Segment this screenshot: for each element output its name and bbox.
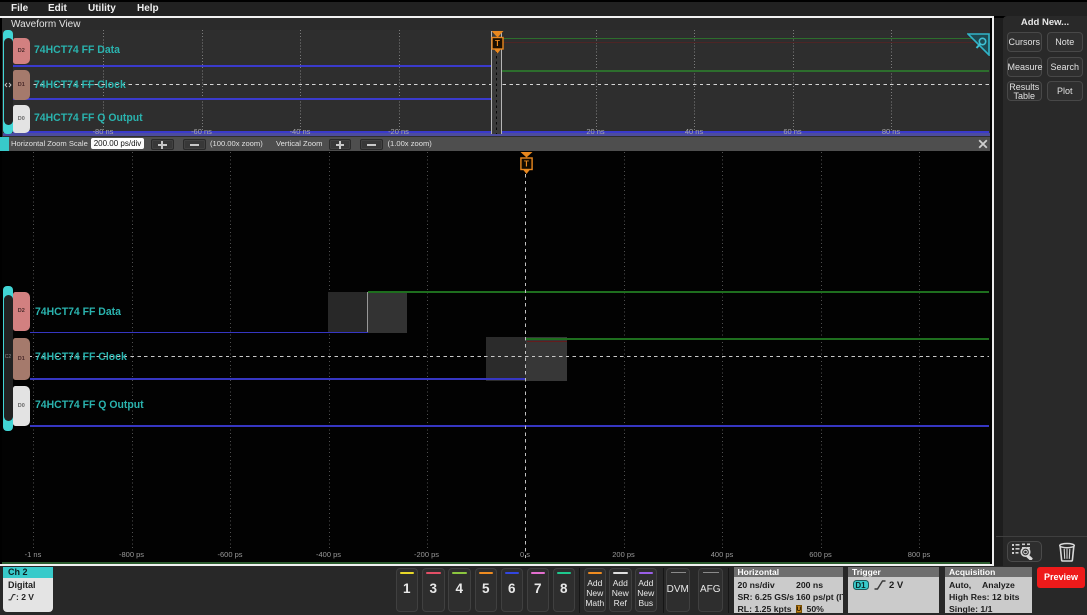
svg-text:T: T — [495, 39, 500, 48]
svg-text:T: T — [524, 159, 529, 168]
